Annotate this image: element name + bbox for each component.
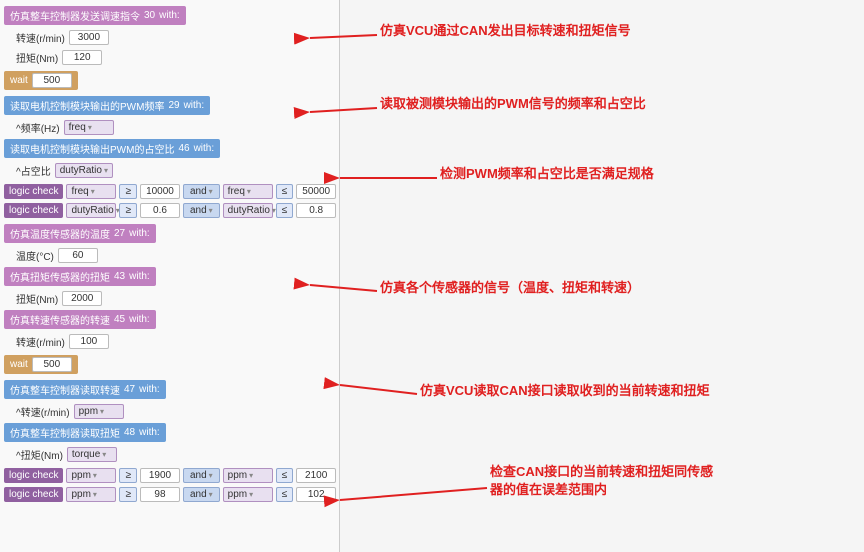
read-duty-header: 读取电机控制模块输出PWM的占空比 46 with:: [4, 139, 220, 158]
rpm-label: 转速(r/min): [16, 30, 65, 45]
sim-temp-header: 仿真温度传感器的温度 27 with:: [4, 224, 156, 243]
logic1-row: logic check freq ≥ 10000 and freq ≤ 5000…: [0, 182, 339, 201]
logic2-op2[interactable]: ≤: [276, 203, 294, 218]
read-duty-header-row: 读取电机控制模块输出PWM的占空比 46 with:: [0, 137, 339, 160]
logic4-op1[interactable]: ≥: [119, 487, 137, 502]
read-freq-header-row: 读取电机控制模块输出的PWM频率 29 with:: [0, 94, 339, 117]
logic4-row: logic check ppm ≥ 98 and ppm ≤ 102: [0, 485, 339, 504]
logic3-row: logic check ppm ≥ 1900 and ppm ≤ 2100: [0, 466, 339, 485]
freq-dropdown[interactable]: freq: [64, 120, 114, 135]
read-rpm-header-row: 仿真整车控制器读取转速 47 with:: [0, 378, 339, 401]
read-torque-block: 仿真整车控制器读取扭矩 48 with: ^扭矩(Nm) torque: [0, 421, 339, 464]
logic2-var1[interactable]: dutyRatio: [66, 203, 116, 218]
wait1-block: wait 500: [4, 71, 78, 90]
logic2-and[interactable]: and: [183, 203, 220, 218]
rpm-var-label: ^转速(r/min): [16, 404, 70, 419]
logic1-label: logic check: [4, 184, 63, 199]
torque-val-row: 扭矩(Nm) 2000: [0, 288, 339, 308]
wait1-row: wait 500: [0, 69, 339, 92]
wait2-input[interactable]: 500: [32, 357, 72, 372]
sim-torque-block: 仿真扭矩传感器的扭矩 43 with: 扭矩(Nm) 2000: [0, 265, 339, 308]
sim-speed-block: 仿真转速传感器的转速 45 with: 转速(r/min) 100: [0, 308, 339, 351]
rpm-field-row: 转速(r/min) 3000: [0, 27, 339, 47]
wait2-block: wait 500: [4, 355, 78, 374]
torque-field-row: 扭矩(Nm) 120: [0, 47, 339, 67]
read-freq-header: 读取电机控制模块输出的PWM频率 29 with:: [4, 96, 210, 115]
torque-var2-dropdown[interactable]: torque: [67, 447, 117, 462]
rpm-var-dropdown[interactable]: ppm: [74, 404, 124, 419]
logic3-var2[interactable]: ppm: [223, 468, 273, 483]
logic1-and[interactable]: and: [183, 184, 220, 199]
logic2-val2[interactable]: 0.8: [296, 203, 336, 218]
torque-var2-label: ^扭矩(Nm): [16, 447, 63, 462]
speed-val-input[interactable]: 100: [69, 334, 109, 349]
sim-temp-header-row: 仿真温度传感器的温度 27 with:: [0, 222, 339, 245]
logic1-op1[interactable]: ≥: [119, 184, 137, 199]
sim-torque-header: 仿真扭矩传感器的扭矩 43 with:: [4, 267, 156, 286]
logic1-var1[interactable]: freq: [66, 184, 116, 199]
logic2-op1[interactable]: ≥: [119, 203, 137, 218]
wait2-row: wait 500: [0, 353, 339, 376]
speed-val-label: 转速(r/min): [16, 334, 65, 349]
logic4-op2[interactable]: ≤: [276, 487, 294, 502]
duty-var-label: ^占空比: [16, 163, 51, 178]
freq-var-row: ^频率(Hz) freq: [0, 117, 339, 137]
temp-val-label: 温度(°C): [16, 248, 54, 263]
logic1-val1[interactable]: 10000: [140, 184, 180, 199]
logic4-val2[interactable]: 102: [296, 487, 336, 502]
read-torque-header-row: 仿真整车控制器读取扭矩 48 with:: [0, 421, 339, 444]
logic2-label: logic check: [4, 203, 63, 218]
speed-val-row: 转速(r/min) 100: [0, 331, 339, 351]
logic1-op2[interactable]: ≤: [276, 184, 294, 199]
logic3-val2[interactable]: 2100: [296, 468, 336, 483]
logic2-row: logic check dutyRatio ≥ 0.6 and dutyRati…: [0, 201, 339, 220]
left-panel: 仿真整车控制器发送调速指令 30 with: 转速(r/min) 3000 扭矩…: [0, 0, 340, 552]
read-rpm-block: 仿真整车控制器读取转速 47 with: ^转速(r/min) ppm: [0, 378, 339, 421]
logic4-var1[interactable]: ppm: [66, 487, 116, 502]
duty-var-row: ^占空比 dutyRatio: [0, 160, 339, 180]
sim-temp-block: 仿真温度传感器的温度 27 with: 温度(°C) 60: [0, 222, 339, 265]
read-duty-block: 读取电机控制模块输出PWM的占空比 46 with: ^占空比 dutyRati…: [0, 137, 339, 180]
logic3-val1[interactable]: 1900: [140, 468, 180, 483]
logic4-and[interactable]: and: [183, 487, 220, 502]
logic3-label: logic check: [4, 468, 63, 483]
read-torque-header: 仿真整车控制器读取扭矩 48 with:: [4, 423, 166, 442]
logic3-op2[interactable]: ≤: [276, 468, 294, 483]
torque-var2-row: ^扭矩(Nm) torque: [0, 444, 339, 464]
right-panel: [340, 0, 864, 552]
temp-val-row: 温度(°C) 60: [0, 245, 339, 265]
torque-input[interactable]: 120: [62, 50, 102, 65]
logic1-val2[interactable]: 50000: [296, 184, 336, 199]
logic3-var1[interactable]: ppm: [66, 468, 116, 483]
torque-label: 扭矩(Nm): [16, 50, 58, 65]
torque-val-input[interactable]: 2000: [62, 291, 102, 306]
rpm-var-row: ^转速(r/min) ppm: [0, 401, 339, 421]
read-rpm-header: 仿真整车控制器读取转速 47 with:: [4, 380, 166, 399]
sim-speed-header: 仿真转速传感器的转速 45 with:: [4, 310, 156, 329]
logic4-var2[interactable]: ppm: [223, 487, 273, 502]
logic3-op1[interactable]: ≥: [119, 468, 137, 483]
rpm-input[interactable]: 3000: [69, 30, 109, 45]
send-cmd-header-row: 仿真整车控制器发送调速指令 30 with:: [0, 4, 339, 27]
logic2-var2[interactable]: dutyRatio: [223, 203, 273, 218]
duty-dropdown[interactable]: dutyRatio: [55, 163, 113, 178]
freq-var-label: ^频率(Hz): [16, 120, 60, 135]
logic4-label: logic check: [4, 487, 63, 502]
read-freq-block: 读取电机控制模块输出的PWM频率 29 with: ^频率(Hz) freq: [0, 94, 339, 137]
torque-val-label: 扭矩(Nm): [16, 291, 58, 306]
logic1-var2[interactable]: freq: [223, 184, 273, 199]
wait1-input[interactable]: 500: [32, 73, 72, 88]
logic3-and[interactable]: and: [183, 468, 220, 483]
sim-torque-header-row: 仿真扭矩传感器的扭矩 43 with:: [0, 265, 339, 288]
logic2-val1[interactable]: 0.6: [140, 203, 180, 218]
logic4-val1[interactable]: 98: [140, 487, 180, 502]
sim-speed-header-row: 仿真转速传感器的转速 45 with:: [0, 308, 339, 331]
send-cmd-header: 仿真整车控制器发送调速指令 30 with:: [4, 6, 186, 25]
send-cmd-block: 仿真整车控制器发送调速指令 30 with: 转速(r/min) 3000 扭矩…: [0, 4, 339, 67]
temp-val-input[interactable]: 60: [58, 248, 98, 263]
